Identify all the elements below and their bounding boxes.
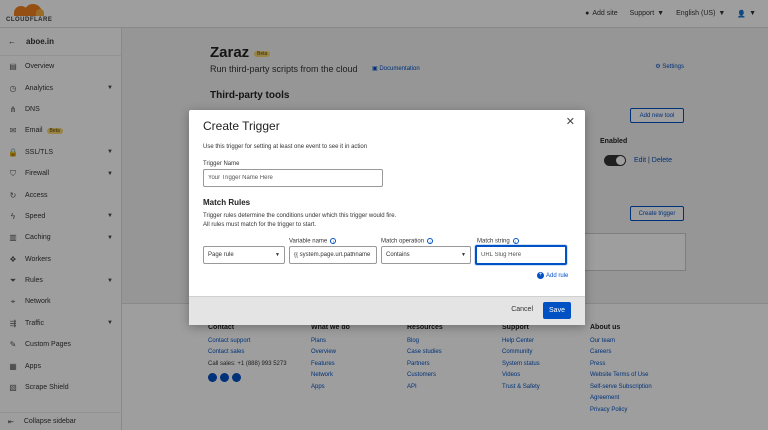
caret-down-icon: ▼ [461,252,466,258]
match-operation-select[interactable]: Contains ▼ [381,246,471,264]
dialog-title: Create Trigger [203,119,280,133]
trigger-name-label: Trigger Name [203,161,240,167]
rule-type-select[interactable]: Page rule ▼ [203,246,285,264]
variable-name-input[interactable] [289,246,377,264]
match-string-input[interactable] [475,245,567,265]
info-icon[interactable]: i [330,238,337,244]
info-icon[interactable]: i [427,238,434,244]
close-icon[interactable]: ✕ [566,115,575,128]
add-rule-button[interactable]: + Add rule [537,272,568,279]
caret-down-icon: ▼ [275,252,280,258]
cancel-button[interactable]: Cancel [511,306,533,313]
save-button[interactable]: Save [543,302,571,319]
create-trigger-dialog: Create Trigger ✕ Use this trigger for se… [189,110,585,325]
match-operation-label: Match operation i [381,238,434,245]
match-string-label: Match string i [477,238,519,245]
dialog-footer: Cancel Save [189,296,585,325]
dialog-description: Use this trigger for setting at least on… [203,144,368,150]
trigger-name-input[interactable] [203,169,383,187]
plus-icon: + [537,272,544,279]
match-rules-description: Trigger rules determine the conditions u… [203,213,397,228]
match-rules-heading: Match Rules [203,198,251,207]
info-icon[interactable]: i [512,238,519,244]
variable-name-label: Variable name i [289,238,337,245]
